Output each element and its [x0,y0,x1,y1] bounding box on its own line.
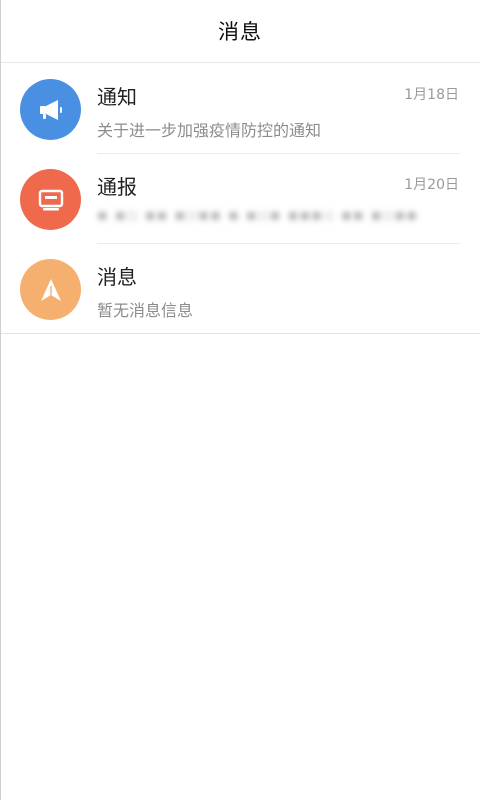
message-list: 通知 1月18日 关于进一步加强疫情防控的通知 通报 1月20日 ▪ ▪▫ ▪▪… [0,63,480,334]
message-date: 1月20日 [404,177,459,193]
monitor-icon [38,189,63,210]
list-item-bulletin[interactable]: 通报 1月20日 ▪ ▪▫ ▪▪ ▪▫▪▪ ▪ ▪▫▪ ▪▪▪▫ ▪▪ ▪▫▪▪ [0,153,480,243]
bulletin-avatar [20,169,81,230]
message-preview-redacted: ▪ ▪▫ ▪▪ ▪▫▪▪ ▪ ▪▫▪ ▪▪▪▫ ▪▪ ▪▫▪▪ [97,205,419,224]
message-title: 通报 [97,175,137,199]
paper-plane-icon [40,278,61,301]
list-item-messages[interactable]: 消息 暂无消息信息 [0,243,480,333]
message-title: 消息 [97,265,137,289]
list-item-notice[interactable]: 通知 1月18日 关于进一步加强疫情防控的通知 [0,63,480,153]
notice-avatar [20,79,81,140]
nav-bar: 消息 [0,0,480,63]
message-preview: 关于进一步加强疫情防控的通知 [97,121,322,140]
megaphone-icon [39,99,62,120]
message-preview: 暂无消息信息 [97,301,194,320]
message-date: 1月18日 [404,87,459,103]
messages-avatar [20,259,81,320]
message-title: 通知 [97,85,137,109]
page-title: 消息 [218,20,262,44]
